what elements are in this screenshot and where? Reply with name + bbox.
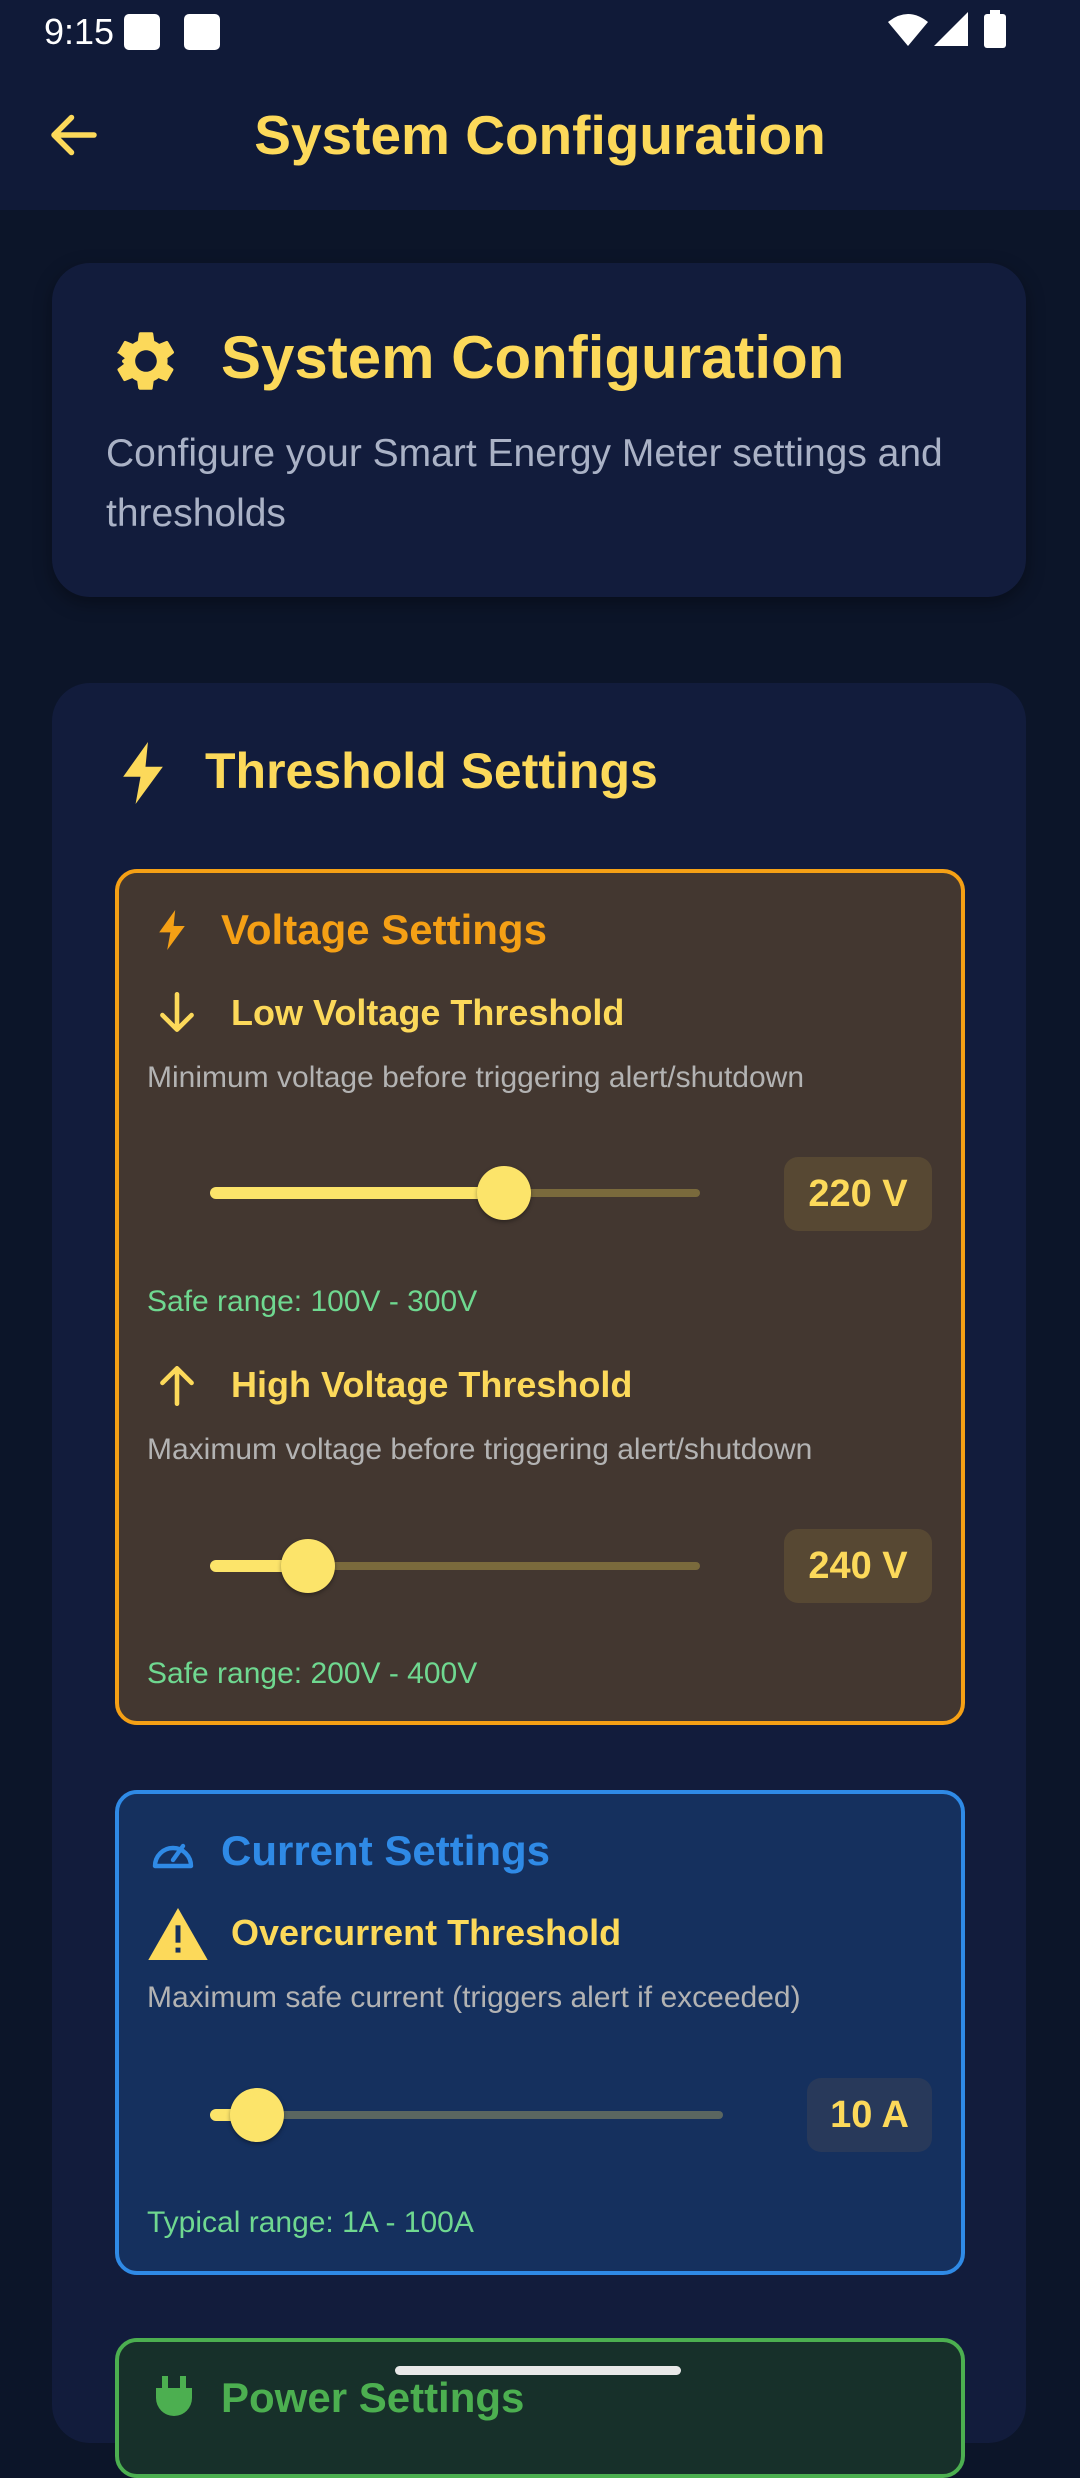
page-title: System Configuration (254, 104, 826, 166)
high-voltage-range: Safe range: 200V - 400V (147, 1657, 478, 1690)
overcurrent-slider[interactable] (210, 2088, 723, 2142)
threshold-settings-title: Threshold Settings (205, 743, 658, 799)
overcurrent-description: Maximum safe current (triggers alert if … (147, 1981, 801, 2014)
arrow-up-icon (160, 1366, 194, 1407)
overcurrent-title: Overcurrent Threshold (231, 1912, 622, 1953)
high-voltage-description: Maximum voltage before triggering alert/… (147, 1433, 813, 1466)
header-title: System Configuration (221, 324, 845, 391)
low-voltage-title: Low Voltage Threshold (231, 992, 625, 1033)
overcurrent-value: 10 A (807, 2078, 932, 2152)
low-voltage-value: 220 V (784, 1157, 932, 1231)
arrow-down-icon (160, 991, 194, 1032)
slider-track (210, 2111, 723, 2119)
plug-icon (156, 2376, 192, 2416)
high-voltage-title: High Voltage Threshold (231, 1364, 633, 1405)
slider-thumb[interactable] (229, 2088, 284, 2142)
status-time: 9:15 (44, 11, 115, 52)
notification-icon (184, 14, 220, 50)
slider-fill (210, 1187, 504, 1199)
overcurrent-range: Typical range: 1A - 100A (147, 2206, 474, 2239)
power-settings-title: Power Settings (221, 2374, 525, 2421)
wifi-icon (888, 14, 928, 46)
header-description: Configure your Smart Energy Meter settin… (106, 432, 943, 535)
low-voltage-range: Safe range: 100V - 300V (147, 1285, 478, 1318)
voltage-settings-title: Voltage Settings (221, 906, 547, 953)
speedometer-icon (152, 1843, 194, 1869)
warning-icon (148, 1908, 208, 1960)
low-voltage-description: Minimum voltage before triggering alert/… (147, 1061, 804, 1094)
slider-thumb[interactable] (477, 1166, 531, 1220)
bolt-icon (159, 910, 185, 950)
gear-icon (117, 332, 175, 390)
battery-icon (984, 10, 1006, 48)
bolt-icon (123, 742, 163, 804)
signal-icon (934, 12, 968, 46)
high-voltage-slider[interactable] (210, 1539, 700, 1593)
navigation-gesture-bar[interactable] (395, 2366, 681, 2375)
slider-thumb[interactable] (281, 1539, 335, 1593)
high-voltage-value: 240 V (784, 1529, 932, 1603)
notification-icon (124, 14, 160, 50)
low-voltage-slider[interactable] (210, 1166, 700, 1220)
current-settings-title: Current Settings (221, 1827, 551, 1874)
